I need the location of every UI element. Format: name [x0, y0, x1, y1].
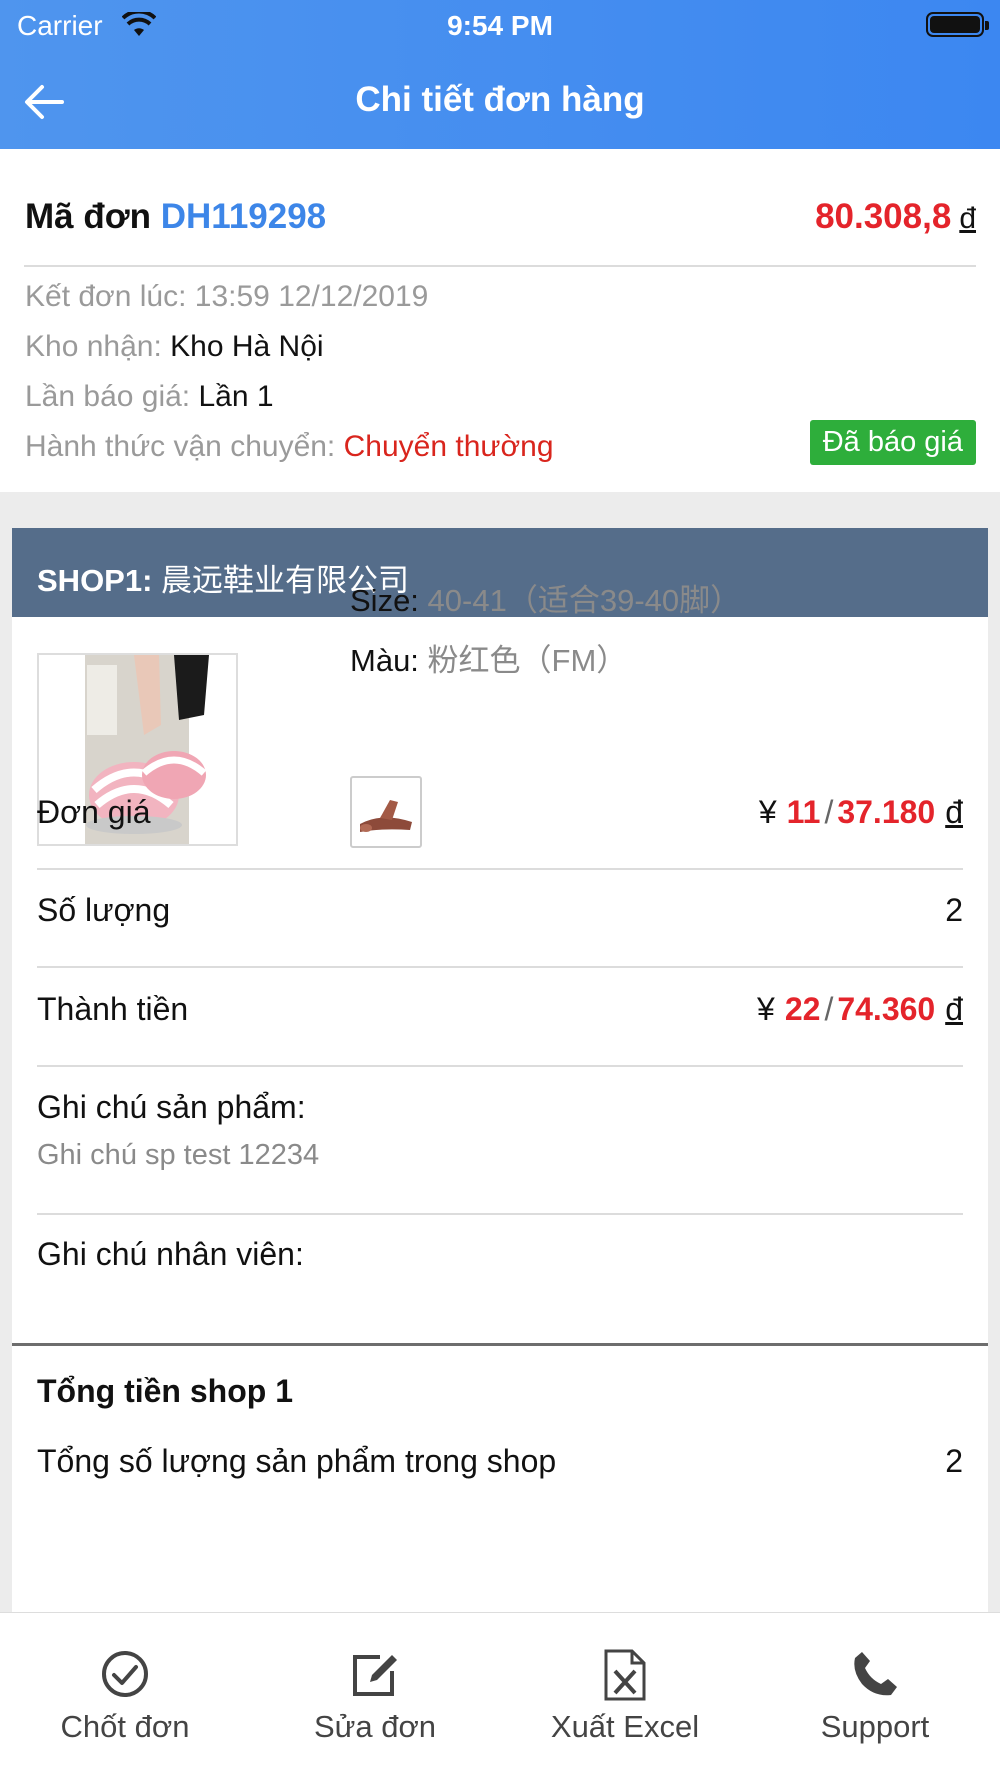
status-bar: Carrier 9:54 PM [0, 0, 1000, 50]
product-note-value: Ghi chú sp test 12234 [37, 1139, 320, 1171]
shop-count-label: Tổng số lượng sản phẩm trong shop [37, 1443, 557, 1479]
divider [37, 966, 963, 968]
shop-label: SHOP1: [37, 563, 153, 598]
divider [37, 1213, 963, 1215]
unit-price-label: Đơn giá [37, 794, 151, 830]
subtotal-value: ¥22/74.360 đ [757, 991, 963, 1027]
phone-icon [854, 1652, 897, 1696]
divider [37, 868, 963, 870]
order-summary: Mã đơn DH119298 80.308,8 đ Kết đơn lúc: 1… [0, 149, 1000, 492]
tab-export-excel[interactable]: Xuất Excel [500, 1613, 750, 1778]
shop-card: SHOP1: 晨远鞋业有限公司 Size: 40-41（适合39-40脚） Mà… [12, 528, 988, 1628]
section-divider [12, 1343, 988, 1346]
tab-label: Chốt đơn [60, 1709, 190, 1744]
warehouse: Kho nhận: Kho Hà Nội [25, 330, 324, 363]
shop-count-value: 2 [945, 1443, 963, 1479]
subtotal-row: Thành tiền ¥22/74.360 đ [37, 991, 963, 1028]
status-badge: Đã báo giá [809, 420, 976, 465]
order-id: Mã đơn DH119298 [25, 197, 326, 237]
order-code: DH119298 [160, 197, 327, 236]
page-title: Chi tiết đơn hàng [355, 80, 645, 119]
tab-confirm-order[interactable]: Chốt đơn [0, 1613, 250, 1778]
check-circle-icon [102, 1651, 148, 1697]
quantity-value: 2 [945, 892, 963, 928]
tab-label: Support [820, 1709, 930, 1744]
divider [24, 265, 976, 267]
app-header: Carrier 9:54 PM Chi tiết đơn hàng [0, 0, 1000, 149]
quantity-row: Số lượng 2 [37, 892, 963, 929]
product-note-label: Ghi chú sản phẩm: [37, 1089, 306, 1125]
staff-note-label: Ghi chú nhân viên: [37, 1236, 304, 1272]
order-id-label: Mã đơn [25, 197, 151, 236]
currency-symbol: đ [959, 202, 976, 235]
size-label: Size: [350, 583, 419, 618]
unit-price-row: Đơn giá ¥11/37.180 đ [37, 794, 963, 831]
created-time: Kết đơn lúc: 13:59 12/12/2019 [25, 280, 429, 313]
battery-icon [926, 12, 989, 37]
order-total: 80.308,8 đ [815, 197, 976, 237]
excel-file-icon [604, 1649, 646, 1701]
tab-label: Xuất Excel [550, 1709, 700, 1744]
product-size-row: Size: 40-41（适合39-40脚） [350, 575, 741, 620]
product-color-row: Màu: 粉红色（FM） [350, 635, 627, 680]
size-value: 40-41（适合39-40脚） [427, 583, 742, 618]
bottom-action-bar: Chốt đơn Sửa đơn Xuất Excel Support [0, 1612, 1000, 1778]
color-label: Màu: [350, 643, 419, 678]
color-value: 粉红色（FM） [427, 643, 628, 678]
quantity-label: Số lượng [37, 892, 171, 928]
edit-icon [353, 1655, 397, 1696]
shop-total-title: Tổng tiền shop 1 [37, 1373, 293, 1409]
tab-label: Sửa đơn [313, 1709, 437, 1744]
unit-price-value: ¥11/37.180 đ [758, 794, 963, 830]
shipping-method: Hành thức vận chuyển: Chuyển thường [25, 430, 554, 463]
clock: 9:54 PM [447, 10, 553, 41]
divider [37, 1065, 963, 1067]
order-total-value: 80.308,8 [815, 197, 952, 236]
tab-edit-order[interactable]: Sửa đơn [250, 1613, 500, 1778]
shop-count-row: Tổng số lượng sản phẩm trong shop 2 [37, 1443, 963, 1480]
quote-round: Lần báo giá: Lần 1 [25, 380, 274, 413]
subtotal-label: Thành tiền [37, 991, 189, 1027]
tab-support[interactable]: Support [750, 1613, 1000, 1778]
